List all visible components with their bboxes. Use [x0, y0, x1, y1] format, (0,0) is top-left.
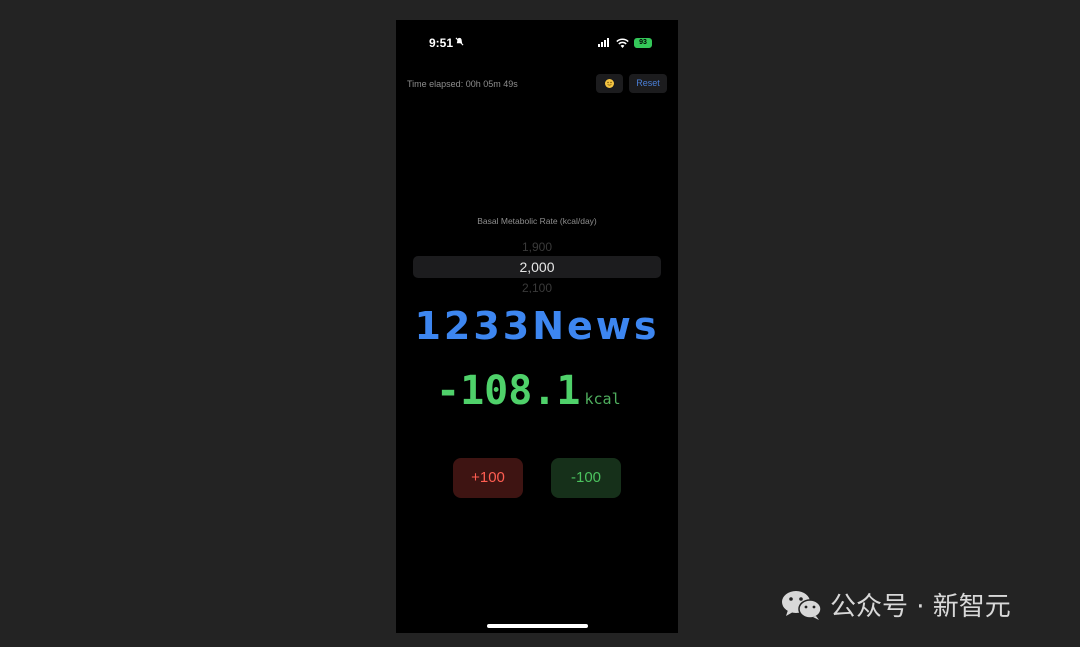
- time-elapsed: Time elapsed: 00h 05m 49s: [407, 79, 518, 89]
- mood-button[interactable]: [596, 74, 623, 93]
- smiley-face-icon: [605, 79, 614, 88]
- calorie-unit: kcal: [584, 390, 621, 408]
- status-bar: 9:51 93: [396, 20, 678, 64]
- picker-option-selected[interactable]: 2,000: [396, 259, 678, 275]
- signal-icon: [598, 38, 609, 47]
- watermark-text: 1233News: [414, 304, 660, 348]
- wifi-icon: [616, 36, 629, 54]
- bell-muted-icon: [455, 37, 464, 49]
- plus-100-button[interactable]: +100: [453, 458, 523, 498]
- reset-button[interactable]: Reset: [629, 74, 667, 93]
- status-time: 9:51: [429, 36, 464, 50]
- footer-watermark: 公众号 · 新智元: [780, 586, 1011, 623]
- wechat-icon: [780, 588, 824, 622]
- picker-option-prev[interactable]: 1,900: [396, 240, 678, 254]
- bmr-label: Basal Metabolic Rate (kcal/day): [477, 216, 597, 226]
- minus-100-button[interactable]: -100: [551, 458, 621, 498]
- footer-text: 公众号 · 新智元: [830, 592, 1011, 622]
- battery-icon: 93: [634, 38, 652, 48]
- picker-option-next[interactable]: 2,100: [396, 281, 678, 293]
- calorie-value: -108.1: [436, 368, 581, 414]
- calorie-display: -108.1 kcal: [436, 368, 621, 414]
- home-indicator[interactable]: [487, 624, 588, 628]
- phone-screen: 9:51 93 Time elapsed: 00h 05m 49s Reset …: [396, 20, 678, 633]
- clock-text: 9:51: [429, 36, 454, 50]
